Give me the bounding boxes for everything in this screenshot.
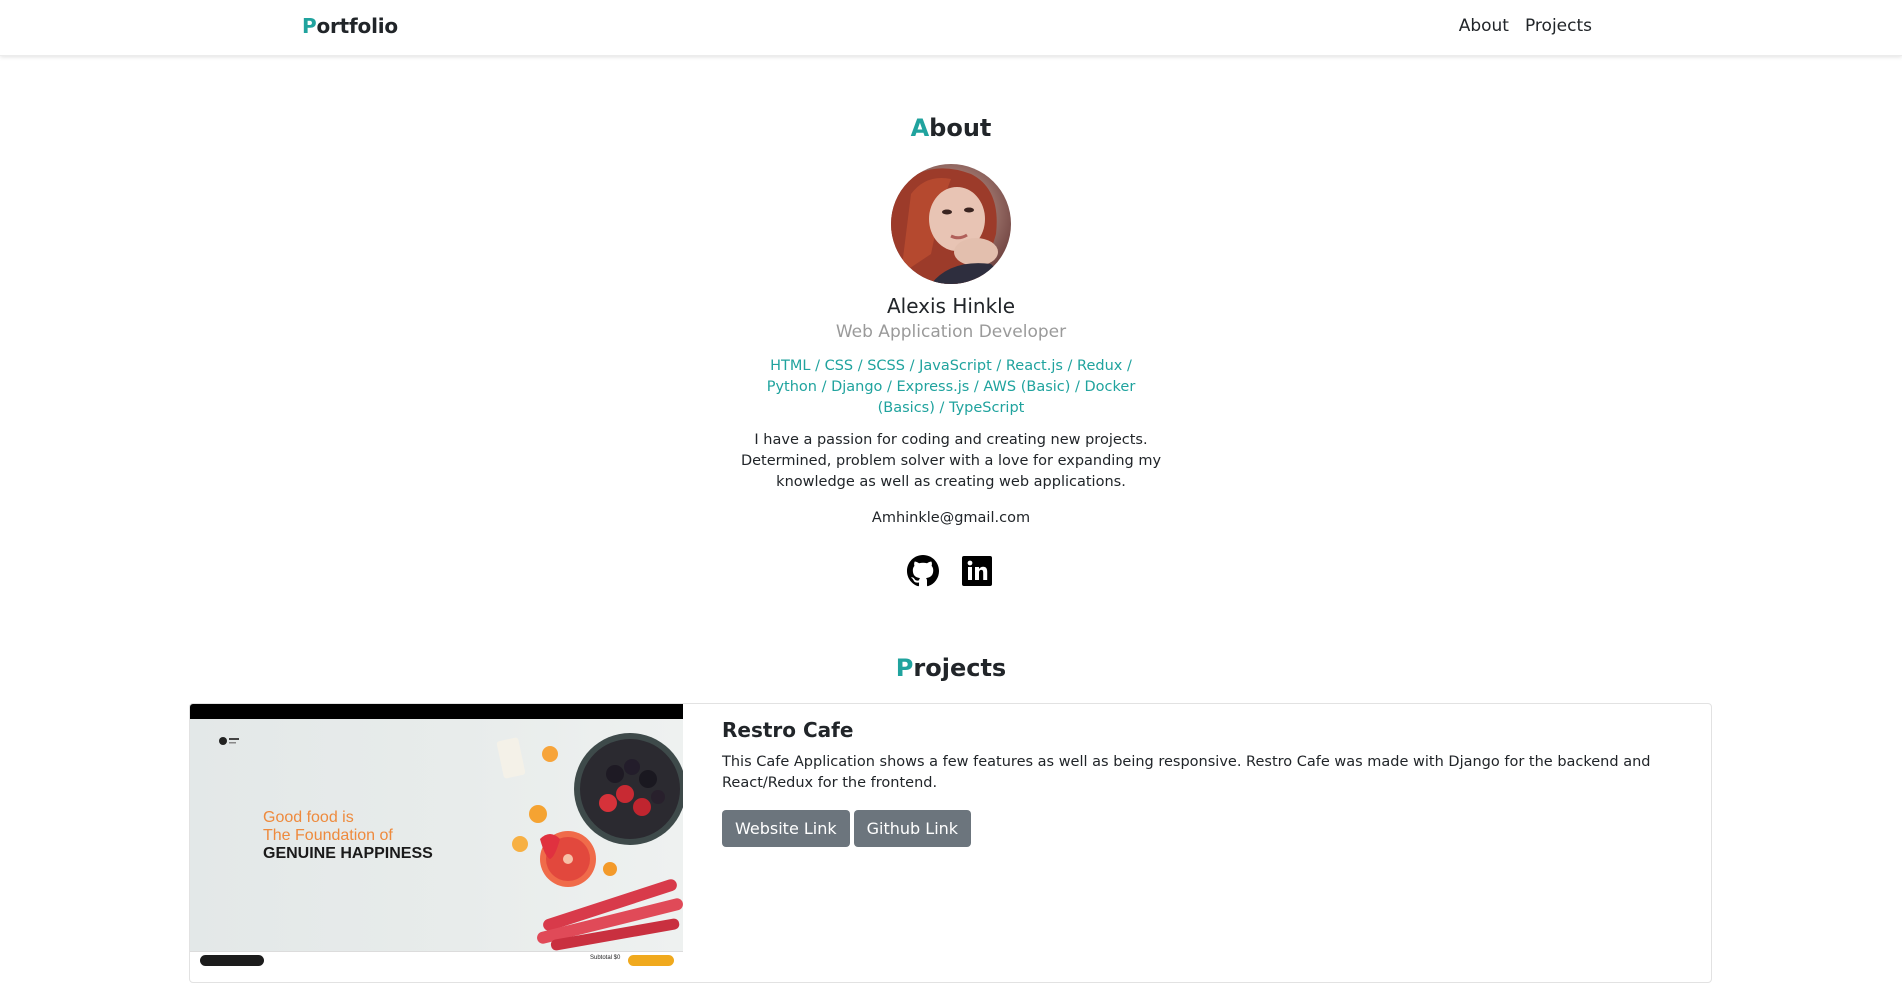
project-buttons: Website Link Github Link	[722, 810, 1682, 847]
social-links	[907, 555, 993, 587]
thumbnail-headline: Good food is The Foundation of GENUINE H…	[263, 809, 433, 863]
thumbnail-headline-line3: GENUINE HAPPINESS	[263, 845, 433, 862]
thumbnail-top-bar	[190, 704, 683, 719]
nav-links: About Projects	[1459, 16, 1592, 36]
fruit-bowl-image	[496, 733, 683, 951]
projects-heading-text: rojects	[913, 654, 1007, 682]
thumbnail-footer: Subtotal $0	[190, 951, 683, 968]
thumbnail-headline-line1: Good food is	[263, 809, 354, 826]
brand-text: ortfolio	[316, 14, 398, 38]
navbar: Portfolio About Projects	[0, 0, 1902, 56]
about-heading-text: bout	[929, 114, 992, 142]
brand-logo[interactable]: Portfolio	[302, 14, 398, 38]
linkedin-icon[interactable]	[961, 555, 993, 587]
thumbnail-subtotal: Subtotal $0	[590, 955, 621, 961]
skills-list: HTML / CSS / SCSS / JavaScript / React.j…	[766, 358, 1136, 416]
nav-link-about[interactable]: About	[1459, 16, 1509, 36]
project-thumbnail: Good food is The Foundation of GENUINE H…	[190, 704, 683, 968]
avatar	[891, 164, 1011, 284]
github-icon[interactable]	[907, 555, 939, 587]
thumbnail-headline-line2: The Foundation of	[263, 827, 393, 844]
about-heading-accent: A	[910, 114, 930, 142]
project-card-body: Restro Cafe This Cafe Application shows …	[722, 718, 1682, 847]
projects-heading: Projects	[0, 654, 1902, 682]
github-link-button[interactable]: Github Link	[853, 810, 972, 847]
email-address: Amhinkle@gmail.com	[871, 510, 1031, 526]
thumbnail-checkout-button	[628, 955, 674, 966]
cafe-logo-icon	[219, 737, 239, 745]
thumbnail-screen: Good food is The Foundation of GENUINE H…	[190, 719, 683, 968]
brand-accent-letter: P	[302, 14, 317, 38]
bio-text: I have a passion for coding and creating…	[740, 432, 1162, 490]
project-card: Good food is The Foundation of GENUINE H…	[189, 703, 1712, 983]
project-description: This Cafe Application shows a few featur…	[722, 754, 1651, 791]
website-link-button[interactable]: Website Link	[722, 810, 850, 847]
project-title: Restro Cafe	[722, 718, 854, 742]
person-name: Alexis Hinkle	[886, 294, 1016, 318]
projects-heading-accent: P	[895, 654, 914, 682]
about-heading: About	[0, 114, 1902, 142]
nav-link-projects[interactable]: Projects	[1525, 16, 1592, 36]
thumbnail-controls-pill	[200, 955, 264, 966]
person-role: Web Application Developer	[835, 322, 1067, 342]
